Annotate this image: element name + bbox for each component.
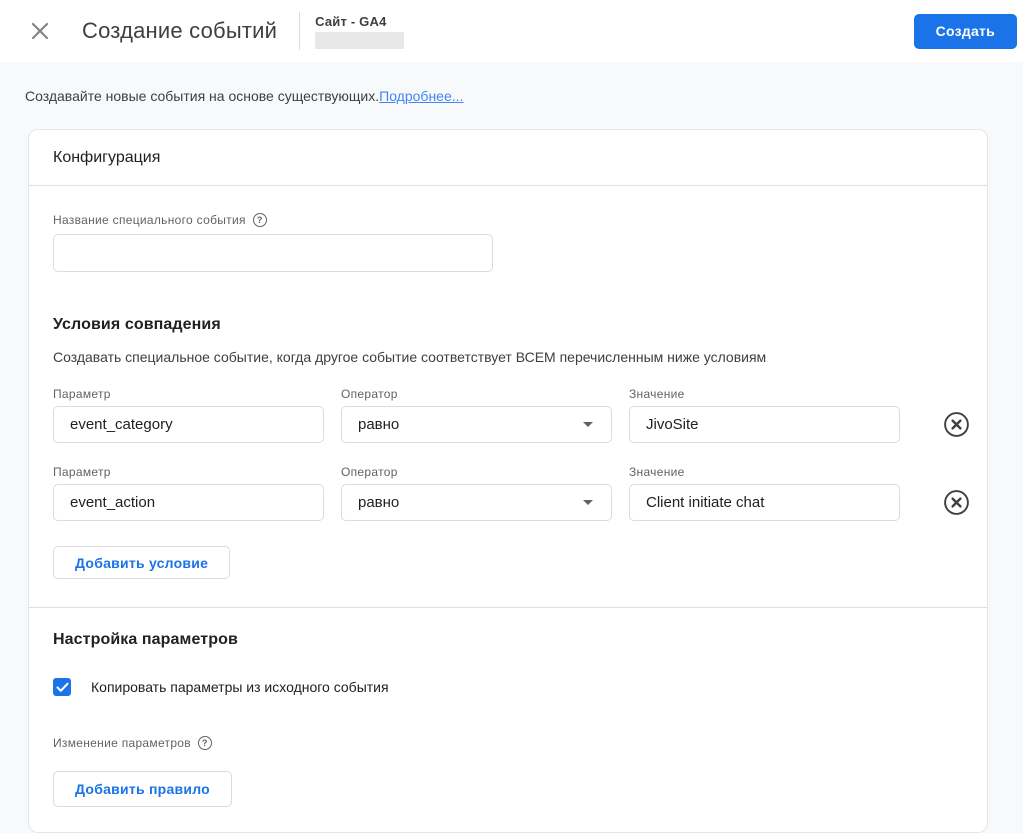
modify-parameters-label: Изменение параметров (53, 736, 191, 750)
add-rule-button[interactable]: Добавить правило (53, 771, 232, 807)
parameter-label: Параметр (53, 387, 111, 401)
value-label: Значение (629, 465, 685, 479)
operator-column: Оператор равно (341, 465, 612, 521)
page-title: Создание событий (82, 18, 278, 43)
remove-condition-button[interactable] (943, 410, 970, 438)
remove-condition-button[interactable] (943, 488, 970, 516)
close-button[interactable] (20, 11, 60, 51)
event-name-label-row: Название специального события ? (53, 213, 963, 227)
intro-description: Создавайте новые события на основе сущес… (25, 88, 380, 104)
intro-text: Создавайте новые события на основе сущес… (0, 62, 1023, 104)
value-input[interactable] (629, 406, 900, 443)
condition-row: Параметр Оператор равно Значение (53, 465, 969, 521)
chevron-down-icon (583, 422, 593, 427)
operator-select[interactable]: равно (341, 406, 612, 443)
value-column: Значение (629, 387, 900, 443)
remove-circle-x-icon (943, 489, 970, 516)
parameters-title: Настройка параметров (53, 631, 238, 648)
chevron-down-icon (583, 500, 593, 505)
parameter-input[interactable] (53, 484, 324, 521)
copy-parameters-checkbox[interactable] (53, 678, 71, 696)
help-icon[interactable]: ? (252, 213, 267, 227)
parameters-section: Настройка параметров Копировать параметр… (53, 631, 963, 807)
card-title: Конфигурация (29, 130, 987, 186)
parameter-column: Параметр (53, 465, 324, 521)
parameter-label: Параметр (53, 465, 111, 479)
property-info: Сайт - GA4 (315, 13, 405, 49)
operator-label: Оператор (341, 387, 398, 401)
operator-select[interactable]: равно (341, 484, 612, 521)
conditions-section: Условия совпадения Создавать специальное… (53, 316, 969, 579)
parameter-input[interactable] (53, 406, 324, 443)
parameter-column: Параметр (53, 387, 324, 443)
help-icon[interactable]: ? (197, 736, 212, 750)
remove-circle-x-icon (943, 411, 970, 438)
property-name: Сайт - GA4 (315, 13, 387, 29)
value-label: Значение (629, 387, 685, 401)
operator-label: Оператор (341, 465, 398, 479)
card-body: Название специального события ? Условия … (29, 213, 987, 832)
operator-value: равно (358, 416, 400, 433)
close-icon (29, 20, 51, 42)
property-id-redacted (315, 31, 405, 49)
event-name-label: Название специального события (53, 213, 246, 227)
checkmark-icon (55, 682, 69, 693)
configuration-card: Конфигурация Название специального событ… (28, 129, 988, 833)
section-divider (29, 607, 987, 608)
condition-row: Параметр Оператор равно Значение (53, 387, 969, 443)
value-input[interactable] (629, 484, 900, 521)
copy-parameters-label: Копировать параметры из исходного событи… (91, 679, 389, 695)
modify-parameters-label-row: Изменение параметров ? (53, 736, 963, 750)
conditions-title: Условия совпадения (53, 316, 221, 333)
create-button[interactable]: Создать (913, 13, 1017, 49)
operator-value: равно (358, 494, 400, 511)
copy-parameters-row: Копировать параметры из исходного событи… (53, 678, 963, 696)
event-name-section: Название специального события ? (53, 213, 963, 272)
conditions-description: Создавать специальное событие, когда дру… (53, 349, 767, 365)
event-name-input[interactable] (53, 234, 493, 272)
operator-column: Оператор равно (341, 387, 612, 443)
header-divider (299, 12, 301, 50)
add-condition-button[interactable]: Добавить условие (53, 546, 231, 579)
dialog-header: Создание событий Сайт - GA4 Создать (0, 0, 1023, 62)
learn-more-link[interactable]: Подробнее... (379, 88, 463, 104)
value-column: Значение (629, 465, 900, 521)
